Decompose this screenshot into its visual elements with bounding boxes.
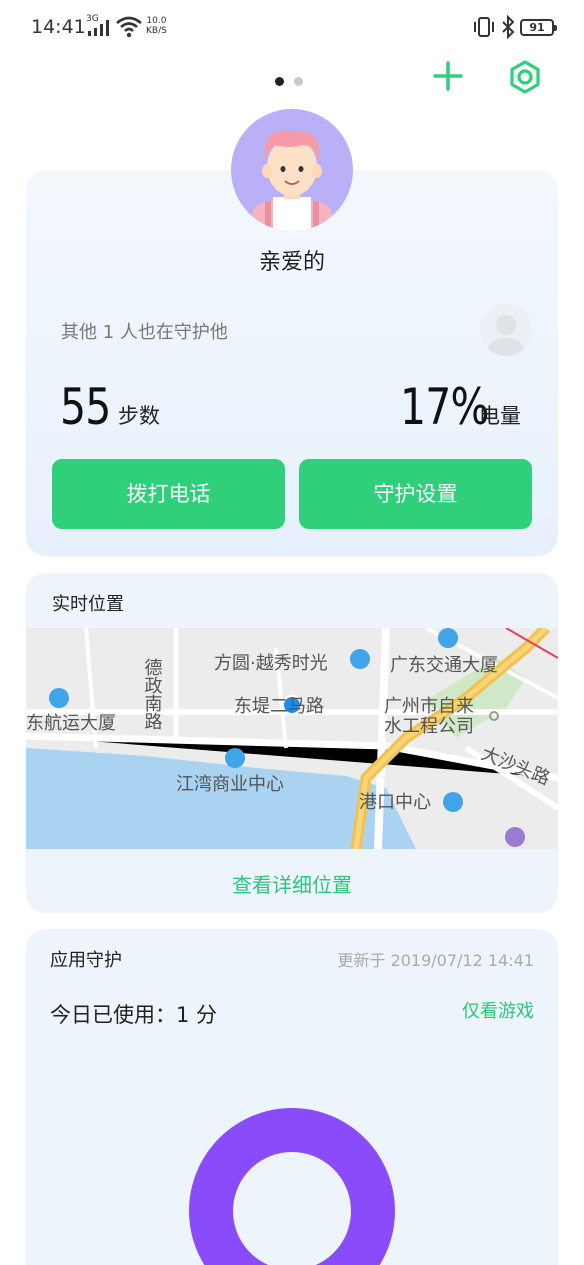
- wifi-icon: [116, 16, 142, 38]
- battery-label: 电量: [479, 404, 521, 428]
- status-time: 14:41: [31, 16, 86, 38]
- map-label: 广东交通大厦: [390, 655, 498, 676]
- location-title: 实时位置: [52, 594, 124, 615]
- location-card: 实时位置 德政南路 方圆·越秀时光 广东交通大厦 东航运大厦 东堤二马路 广州市…: [26, 573, 558, 913]
- plus-icon[interactable]: [432, 60, 464, 92]
- map-label: 德政南路: [142, 658, 163, 730]
- steps-value: 55: [60, 378, 111, 436]
- page-indicator: [275, 71, 313, 90]
- status-bar: 14:41 3G 10.0 KB/S 91: [0, 0, 584, 56]
- map-label: 广州市自来: [384, 696, 474, 717]
- call-button[interactable]: 拨打电话: [52, 459, 285, 529]
- vibrate-icon: [474, 17, 494, 37]
- map-canvas: 德政南路 方圆·越秀时光 广东交通大厦 东航运大厦 东堤二马路 广州市自来 水工…: [26, 628, 558, 849]
- guard-settings-button[interactable]: 守护设置: [299, 459, 532, 529]
- view-detailed-location-link[interactable]: 查看详细位置: [26, 869, 558, 898]
- avatar[interactable]: [231, 109, 353, 231]
- speed-value: 10.0: [146, 16, 167, 26]
- bluetooth-icon: [502, 15, 515, 39]
- games-only-filter[interactable]: 仅看游戏: [462, 997, 534, 1023]
- battery-indicator: 91: [520, 19, 557, 36]
- today-usage: 今日已使用：1 分: [50, 1003, 218, 1027]
- app-guard-title: 应用守护: [50, 950, 122, 971]
- others-guarding-text: 其他 1 人也在守护他: [61, 322, 228, 343]
- map-label: 方圆·越秀时光: [214, 653, 328, 674]
- usage-donut-chart: [189, 1108, 395, 1265]
- steps-label: 步数: [118, 404, 160, 428]
- map-label: 水工程公司: [384, 716, 474, 737]
- map-label: 东航运大厦: [26, 713, 116, 734]
- network-speed: 10.0 KB/S: [146, 16, 167, 36]
- profile-name: 亲爱的: [258, 250, 325, 275]
- map-label: 江湾商业中心: [176, 774, 284, 795]
- battery-value: 17%: [400, 378, 489, 436]
- guardian-avatar[interactable]: [480, 304, 532, 356]
- donut-ring: [189, 1108, 395, 1265]
- child-avatar-icon: [251, 130, 333, 231]
- speed-unit: KB/S: [146, 26, 167, 36]
- map-label: 港口中心: [359, 792, 431, 813]
- update-time: 更新于 2019/07/12 14:41: [337, 951, 534, 970]
- signal-icon: [88, 20, 109, 36]
- page-dot: [294, 77, 303, 86]
- gear-icon[interactable]: [508, 60, 542, 94]
- user-icon: [488, 315, 524, 356]
- map-label: 东堤二马路: [234, 696, 324, 717]
- location-map[interactable]: 德政南路 方圆·越秀时光 广东交通大厦 东航运大厦 东堤二马路 广州市自来 水工…: [26, 628, 558, 849]
- page-dot-active: [275, 77, 284, 86]
- app-guard-card: 应用守护 更新于 2019/07/12 14:41 今日已使用：1 分 仅看游戏: [26, 929, 558, 1265]
